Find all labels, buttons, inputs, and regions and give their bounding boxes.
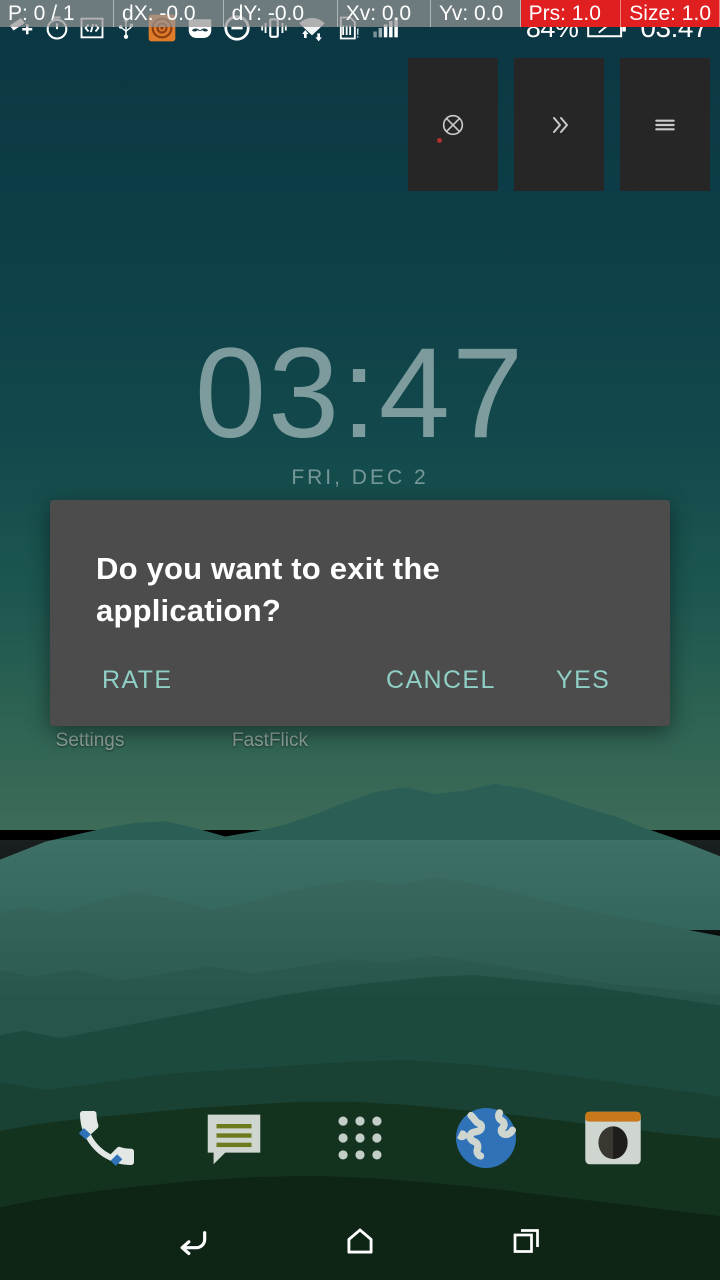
pointer-debug-overlay: P: 0 / 1 dX: -0.0 dY: -0.0 Xv: 0.0 Yv: 0… (0, 0, 720, 27)
size-cell: Size: 1.0 (621, 0, 720, 27)
exit-confirmation-dialog: Do you want to exit the application? RAT… (50, 500, 670, 726)
pressure-cell: Prs: 1.0 (520, 0, 622, 27)
yes-button[interactable]: YES (550, 658, 616, 703)
svg-text:!: ! (356, 25, 360, 40)
dialog-button-row: RATE CANCEL YES (50, 640, 670, 726)
android-screen: 03:47 FRI, DEC 2 Settings FastFlick Do y… (0, 0, 720, 1280)
delta-y-cell: dY: -0.0 (223, 0, 338, 27)
pointer-count-cell: P: 0 / 1 (0, 0, 115, 27)
velocity-y-cell: Yv: 0.0 (430, 0, 521, 27)
cancel-button[interactable]: CANCEL (380, 658, 502, 703)
velocity-x-cell: Xv: 0.0 (337, 0, 431, 27)
dialog-message: Do you want to exit the application? (96, 551, 440, 628)
delta-x-cell: dX: -0.0 (114, 0, 224, 27)
rate-button[interactable]: RATE (96, 658, 178, 703)
